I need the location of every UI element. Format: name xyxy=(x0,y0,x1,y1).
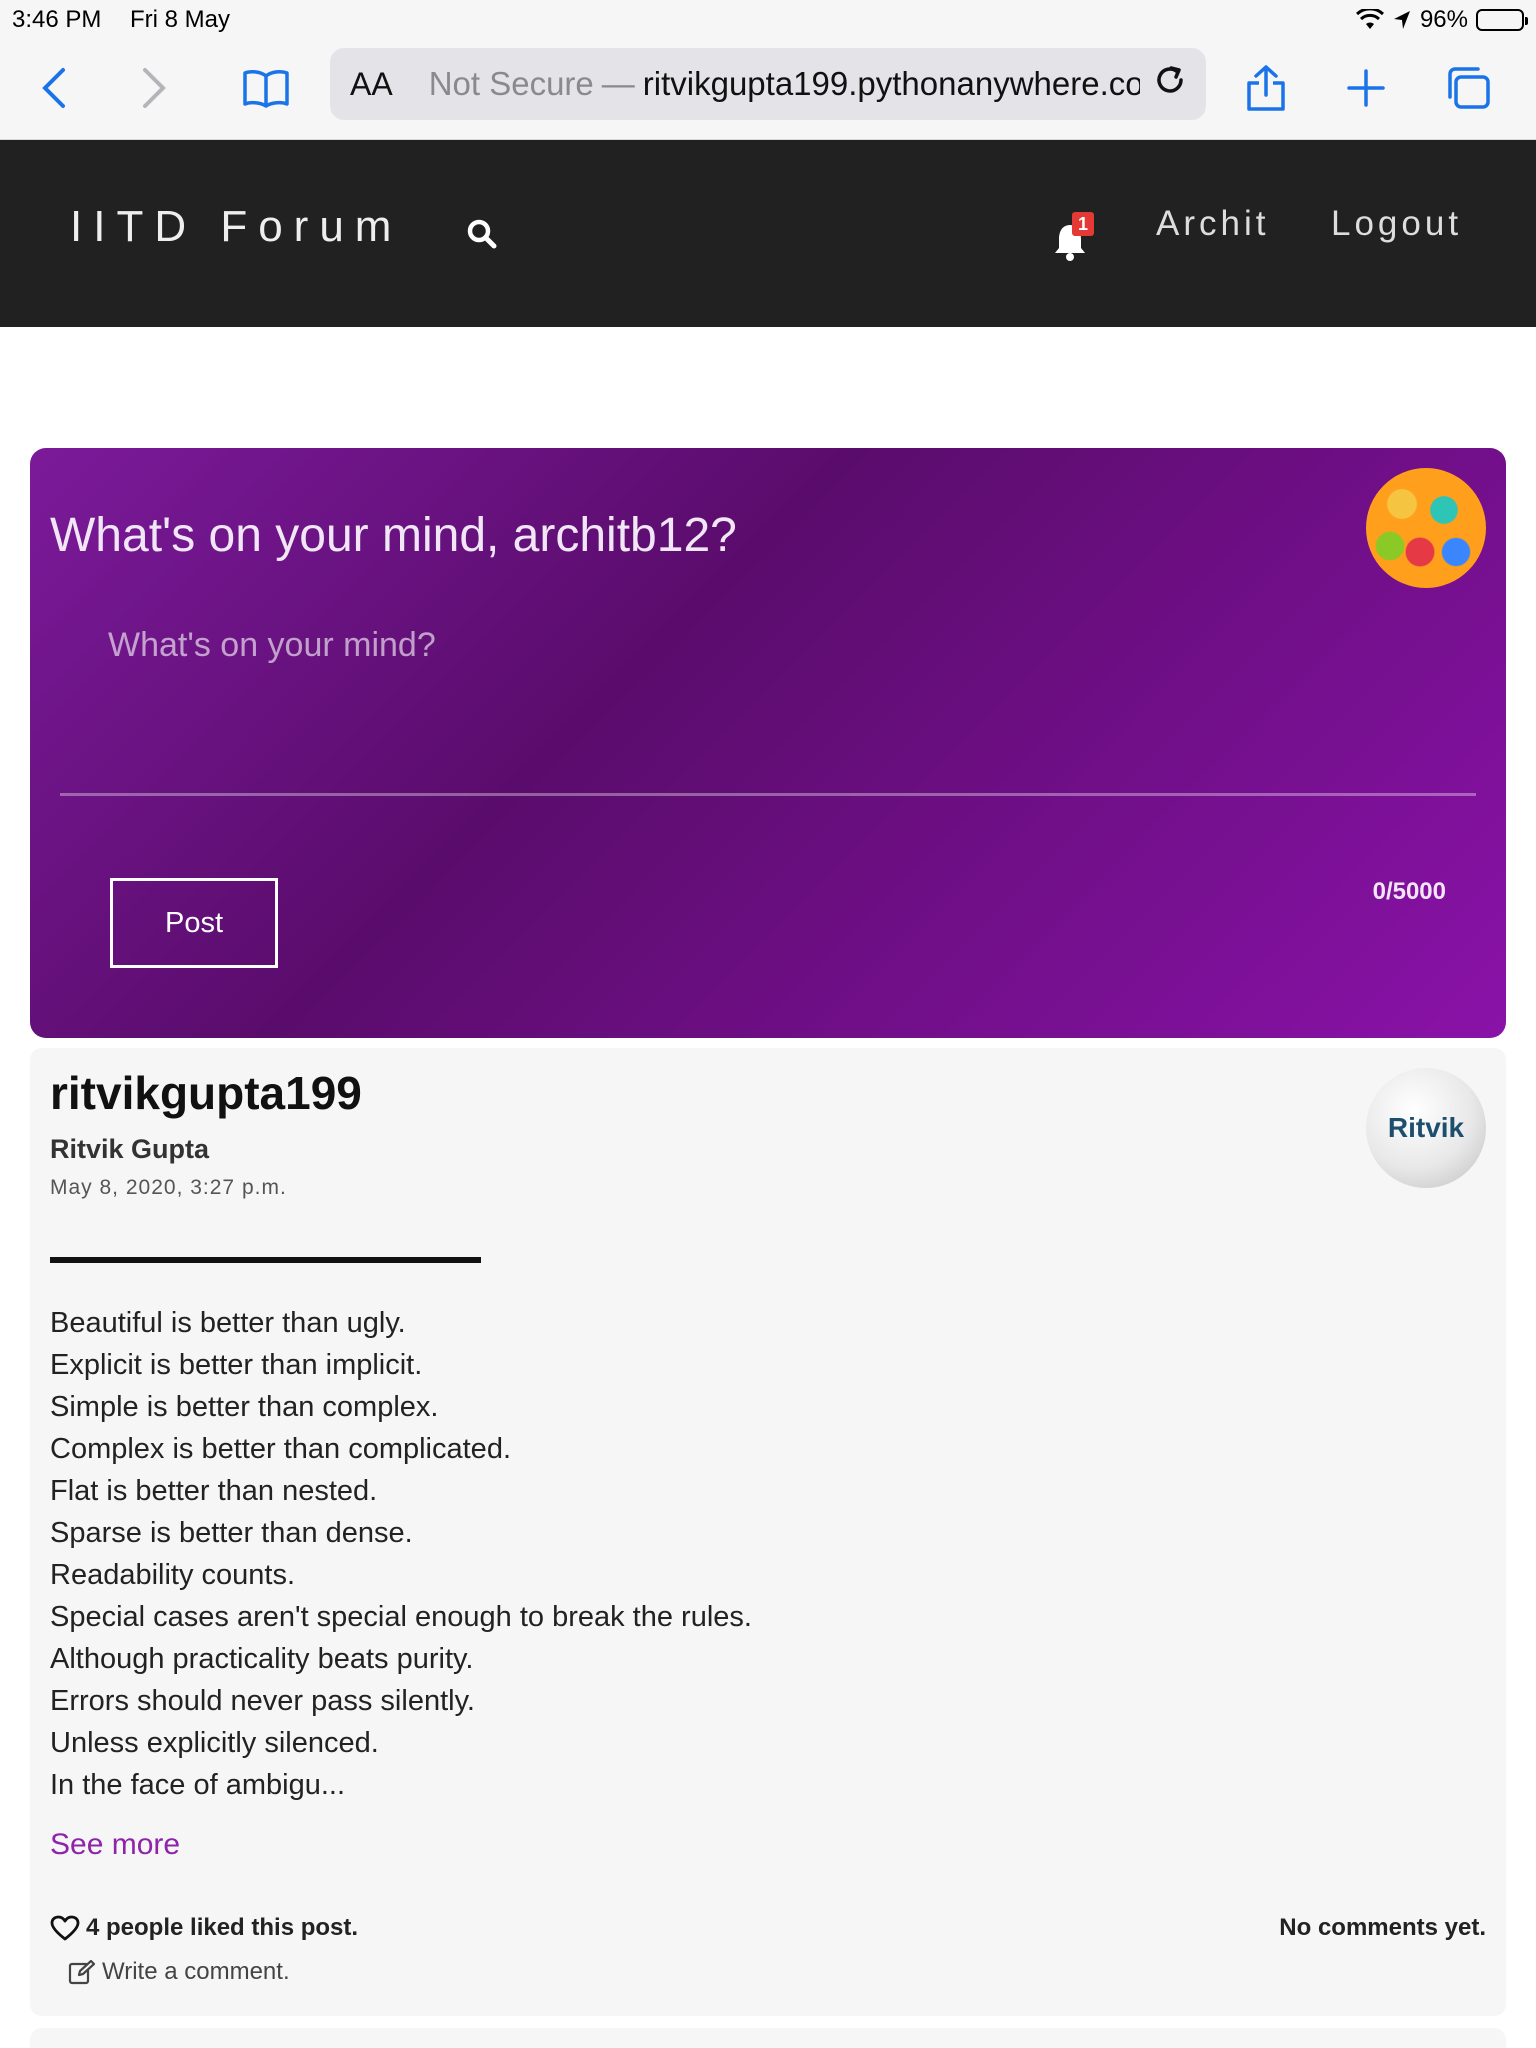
notification-badge: 1 xyxy=(1072,212,1094,236)
post-line: Explicit is better than implicit. xyxy=(50,1349,423,1381)
write-comment-button[interactable]: Write a comment. xyxy=(68,1958,290,1986)
profile-link[interactable]: Archit xyxy=(1156,204,1269,244)
forward-button[interactable] xyxy=(124,58,184,118)
see-more-link[interactable]: See more xyxy=(50,1828,180,1862)
user-avatar xyxy=(1366,468,1486,588)
status-date: Fri 8 May xyxy=(130,6,231,33)
status-right: 96% xyxy=(1355,6,1528,34)
post-card: ritvikgupta199 Ritvik Gupta May 8, 2020,… xyxy=(30,1048,1506,2016)
write-comment-label: Write a comment. xyxy=(102,1958,290,1985)
reload-icon xyxy=(1157,66,1183,93)
wifi-icon xyxy=(1355,9,1384,29)
post-date: May 8, 2020, 3:27 p.m. xyxy=(50,1176,287,1199)
chevron-left-icon xyxy=(42,68,65,108)
reload-button[interactable] xyxy=(1154,62,1186,106)
text-size-button[interactable]: AA xyxy=(350,66,393,103)
heart-icon[interactable] xyxy=(50,1915,80,1941)
url-text: ritvikgupta199.pythonanywhere.com xyxy=(642,65,1140,102)
battery-icon xyxy=(1476,9,1528,31)
share-button[interactable] xyxy=(1236,58,1296,118)
post-line: Complex is better than complicated. xyxy=(50,1433,511,1465)
location-icon xyxy=(1393,11,1410,29)
battery-percent: 96% xyxy=(1419,6,1468,33)
post-line: Flat is better than nested. xyxy=(50,1475,378,1507)
next-post-card xyxy=(30,2028,1506,2048)
post-line: Special cases aren't special enough to b… xyxy=(50,1601,752,1633)
edit-icon xyxy=(68,1959,96,1985)
tabs-button[interactable] xyxy=(1438,58,1498,118)
search-button[interactable] xyxy=(466,218,498,255)
character-counter: 0/5000 xyxy=(1372,878,1446,905)
post-line: Readability counts. xyxy=(50,1559,296,1591)
address-separator: — xyxy=(601,65,635,102)
author-avatar: Ritvik xyxy=(1366,1068,1486,1188)
logout-link[interactable]: Logout xyxy=(1331,204,1462,244)
post-button[interactable]: Post xyxy=(110,878,278,968)
compose-card: What's on your mind, architb12? 0/5000 P… xyxy=(30,448,1506,1038)
search-icon xyxy=(467,219,497,249)
post-textarea[interactable] xyxy=(60,616,1476,796)
comments-status[interactable]: No comments yet. xyxy=(1279,1914,1486,1942)
compose-title: What's on your mind, architb12? xyxy=(50,509,737,562)
security-label: Not Secure xyxy=(428,65,594,102)
post-divider xyxy=(50,1257,481,1263)
tabs-icon xyxy=(1448,67,1490,109)
post-line: Beautiful is better than ugly. xyxy=(50,1307,406,1339)
post-body: Beautiful is better than ugly. Explicit … xyxy=(50,1302,1250,1806)
post-line: Simple is better than complex. xyxy=(50,1391,439,1423)
post-author-name: Ritvik Gupta xyxy=(50,1134,210,1164)
notifications-button[interactable]: 1 xyxy=(1052,212,1098,262)
post-line: Sparse is better than dense. xyxy=(50,1517,413,1549)
book-icon xyxy=(243,70,289,108)
site-brand[interactable]: IITD Forum xyxy=(70,202,402,252)
post-line: Unless explicitly silenced. xyxy=(50,1727,379,1759)
chevron-right-icon xyxy=(143,68,166,108)
back-button[interactable] xyxy=(24,58,84,118)
bookmarks-button[interactable] xyxy=(236,58,296,118)
post-line: In the face of ambigu... xyxy=(50,1769,346,1801)
address-bar[interactable]: AA Not Secure — ritvikgupta199.pythonany… xyxy=(330,48,1206,120)
plus-icon xyxy=(1347,69,1385,107)
new-tab-button[interactable] xyxy=(1336,58,1396,118)
post-line: Errors should never pass silently. xyxy=(50,1685,475,1717)
post-username[interactable]: ritvikgupta199 xyxy=(50,1066,362,1120)
browser-toolbar: AA Not Secure — ritvikgupta199.pythonany… xyxy=(0,40,1536,140)
like-row: 4 people liked this post. xyxy=(50,1914,358,1942)
likes-count: 4 people liked this post. xyxy=(86,1914,359,1941)
share-icon xyxy=(1247,65,1285,111)
post-line: Although practicality beats purity. xyxy=(50,1643,474,1675)
site-navbar: IITD Forum 1 Archit Logout xyxy=(0,140,1536,327)
status-bar: 3:46 PM Fri 8 May 96% xyxy=(0,0,1536,40)
status-time: 3:46 PM xyxy=(12,6,102,33)
